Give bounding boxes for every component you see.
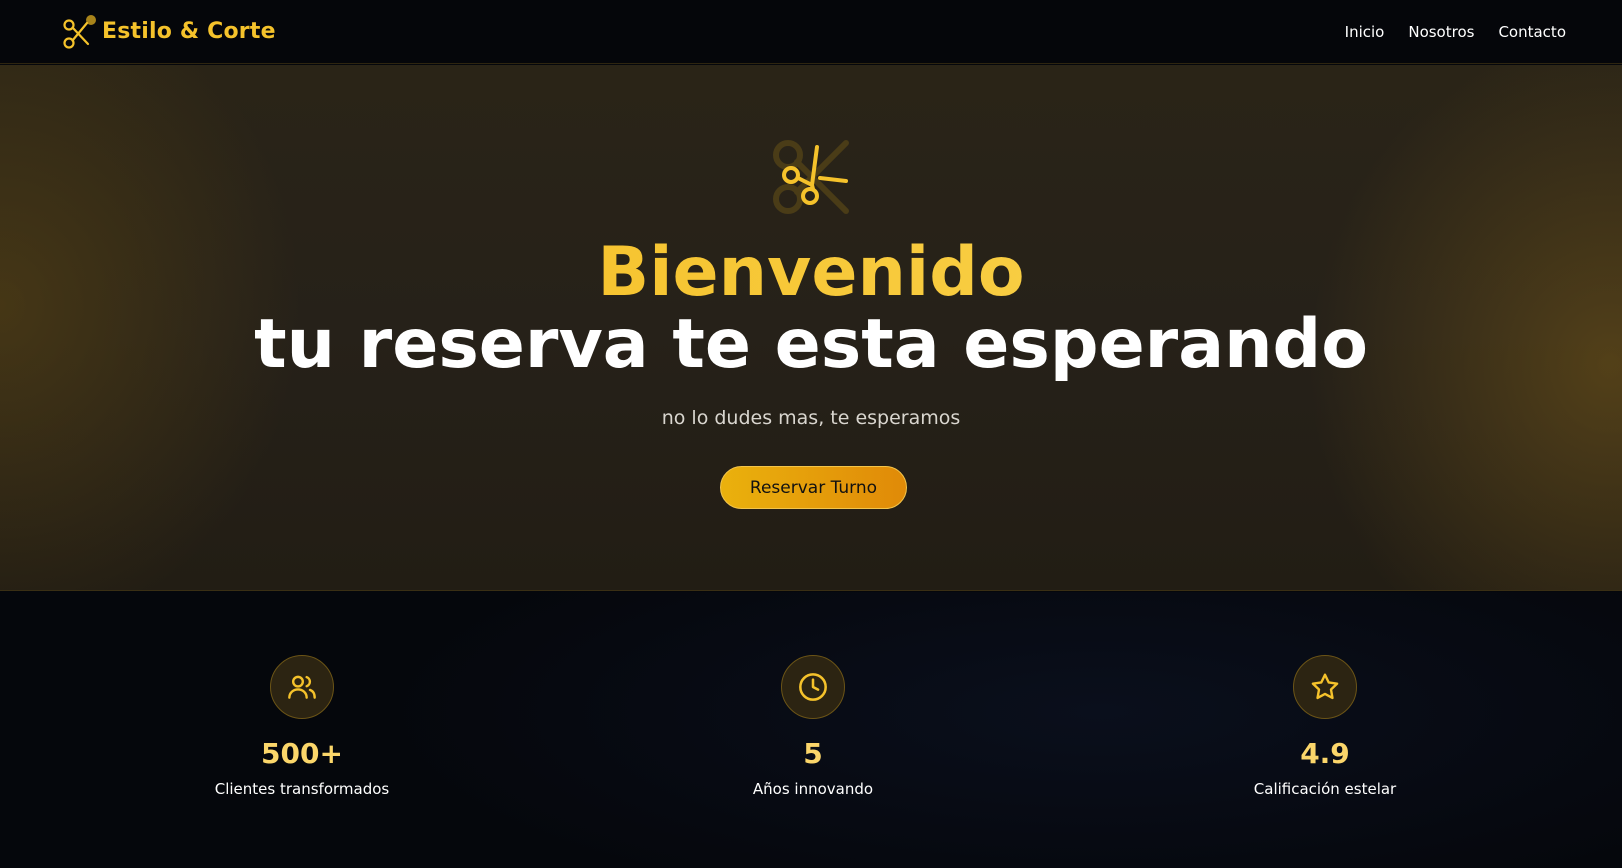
scissors-icon	[770, 135, 854, 219]
nav-link-inicio[interactable]: Inicio	[1345, 23, 1385, 41]
nav-links: Inicio Nosotros Contacto	[1345, 23, 1566, 41]
stats-section: 500+ Clientes transformados 5 Años innov…	[0, 592, 1622, 868]
stat-calificacion: 4.9 Calificación estelar	[1175, 655, 1475, 798]
brand-name: Estilo & Corte	[102, 19, 276, 44]
stat-value: 4.9	[1300, 737, 1350, 770]
stat-value: 5	[803, 737, 823, 770]
navbar: Estilo & Corte Inicio Nosotros Contacto	[0, 0, 1622, 64]
scissors-icon	[62, 14, 96, 49]
stat-clientes: 500+ Clientes transformados	[152, 655, 452, 798]
nav-link-nosotros[interactable]: Nosotros	[1408, 23, 1474, 41]
brand-logo[interactable]: Estilo & Corte	[62, 14, 276, 49]
hero-title-highlight: Bienvenido	[0, 233, 1622, 313]
stat-label: Calificación estelar	[1253, 780, 1397, 798]
nav-link-contacto[interactable]: Contacto	[1498, 23, 1566, 41]
hero-title: tu reserva te esta esperando	[254, 305, 1368, 384]
hero-subtitle: no lo dudes mas, te esperamos	[661, 407, 961, 429]
users-icon	[270, 655, 334, 719]
stat-anos: 5 Años innovando	[663, 655, 963, 798]
stat-label: Años innovando	[752, 780, 874, 798]
stat-label: Clientes transformados	[214, 780, 390, 798]
stat-value: 500+	[261, 737, 343, 770]
hero-section: Bienvenido tu reserva te esta esperando …	[0, 65, 1622, 591]
star-icon	[1293, 655, 1357, 719]
reservar-turno-button[interactable]: Reservar Turno	[720, 466, 907, 509]
clock-icon	[781, 655, 845, 719]
